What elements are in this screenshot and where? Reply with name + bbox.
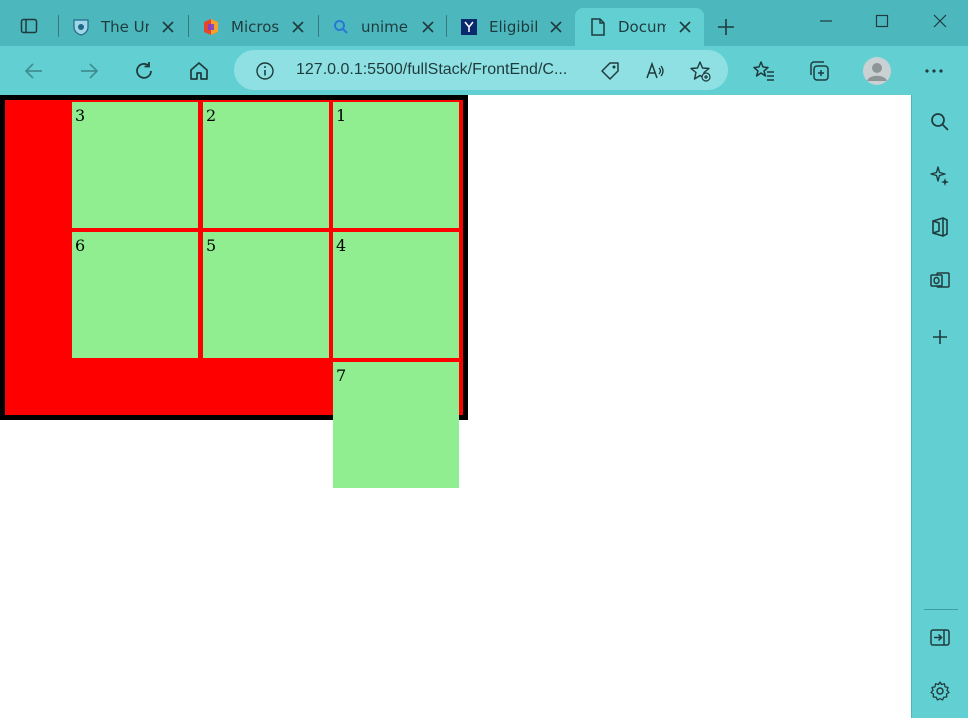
gear-icon	[930, 681, 950, 701]
sparkle-icon	[930, 166, 949, 186]
tab-microsoft[interactable]: Micros	[188, 8, 318, 46]
collections-button[interactable]	[804, 56, 834, 86]
search-icon	[931, 113, 949, 131]
sidebar-settings-button[interactable]	[928, 679, 952, 703]
home-icon	[190, 62, 208, 80]
plus-icon	[933, 330, 947, 344]
page-viewport: 3 2 1 6 5 4 7	[0, 95, 911, 718]
close-window-button[interactable]	[925, 10, 955, 32]
tab-the-university[interactable]: The Un	[58, 8, 188, 46]
tab-title: Eligibil	[489, 18, 537, 36]
box-label: 1	[336, 106, 347, 125]
arrow-right-icon	[81, 63, 99, 79]
box-label: 4	[336, 236, 347, 255]
university-shield-icon	[72, 18, 90, 36]
tab-actions-button[interactable]	[12, 11, 46, 41]
university-crest-icon	[460, 18, 478, 36]
tab-unimelb-search[interactable]: unimel	[318, 8, 446, 46]
address-bar[interactable]: 127.0.0.1:5500/fullStack/FrontEnd/C...	[234, 50, 728, 90]
close-icon[interactable]	[159, 18, 177, 36]
tab-actions-icon	[20, 18, 38, 34]
plus-icon	[718, 19, 734, 35]
sidebar-divider	[924, 609, 958, 610]
favorites-button[interactable]	[749, 56, 779, 86]
minimize-button[interactable]	[811, 10, 841, 32]
grid-box: 1	[333, 102, 459, 228]
tab-title: unimel	[361, 18, 409, 36]
home-button[interactable]	[184, 56, 214, 86]
refresh-icon	[136, 62, 152, 79]
tag-icon[interactable]	[599, 60, 621, 82]
box-label: 3	[75, 106, 86, 125]
refresh-button[interactable]	[129, 56, 159, 86]
info-icon[interactable]	[254, 60, 276, 82]
sidebar-add-button[interactable]	[928, 325, 952, 349]
search-icon	[332, 18, 350, 36]
minimize-icon	[820, 20, 832, 22]
grid-box: 5	[203, 232, 329, 358]
document-icon	[589, 18, 607, 36]
box-label: 5	[206, 236, 217, 255]
grid-box: 3	[72, 102, 198, 228]
box-label: 2	[206, 106, 217, 125]
new-tab-button[interactable]	[712, 14, 740, 40]
office-icon	[202, 18, 220, 36]
close-icon	[933, 14, 947, 28]
address-url[interactable]: 127.0.0.1:5500/fullStack/FrontEnd/C...	[296, 61, 567, 79]
edge-sidebar	[911, 95, 968, 718]
tab-eligibility[interactable]: Eligibil	[446, 8, 573, 46]
settings-more-button[interactable]	[919, 56, 949, 86]
maximize-button[interactable]	[867, 10, 897, 32]
forward-button[interactable]	[74, 56, 104, 86]
close-icon[interactable]	[547, 18, 565, 36]
favorites-icon	[753, 61, 774, 81]
close-icon[interactable]	[419, 18, 437, 36]
grid-box: 7	[333, 362, 459, 488]
read-aloud-icon[interactable]	[644, 60, 666, 82]
back-button[interactable]	[19, 56, 49, 86]
tab-title: Docum	[618, 18, 666, 36]
box-label: 6	[75, 236, 86, 255]
box-label: 7	[336, 366, 347, 385]
tab-document[interactable]: Docum	[575, 8, 704, 46]
sidebar-office-button[interactable]	[928, 215, 952, 239]
maximize-icon	[875, 14, 889, 28]
arrow-left-icon	[24, 63, 42, 79]
profile-button[interactable]	[860, 54, 894, 88]
sidebar-hide-button[interactable]	[928, 626, 952, 650]
browser-toolbar: 127.0.0.1:5500/fullStack/FrontEnd/C...	[0, 46, 968, 95]
close-icon[interactable]	[676, 18, 694, 36]
hide-sidebar-icon	[930, 629, 950, 646]
grid-box: 4	[333, 232, 459, 358]
add-favorite-icon[interactable]	[689, 60, 711, 82]
collections-icon	[810, 61, 829, 81]
close-icon[interactable]	[289, 18, 307, 36]
sidebar-search-button[interactable]	[928, 110, 952, 134]
tab-title: The Un	[101, 18, 149, 36]
grid-box: 6	[72, 232, 198, 358]
avatar-icon	[863, 57, 891, 85]
sidebar-outlook-button[interactable]	[928, 268, 952, 292]
sidebar-copilot-button[interactable]	[928, 163, 952, 187]
more-icon	[925, 69, 943, 73]
tab-title: Micros	[231, 18, 279, 36]
grid-box: 2	[203, 102, 329, 228]
tab-strip: The Un Micros unimel Eligibil Docum	[0, 0, 968, 46]
outlook-icon	[930, 272, 950, 288]
office-icon	[932, 217, 948, 237]
